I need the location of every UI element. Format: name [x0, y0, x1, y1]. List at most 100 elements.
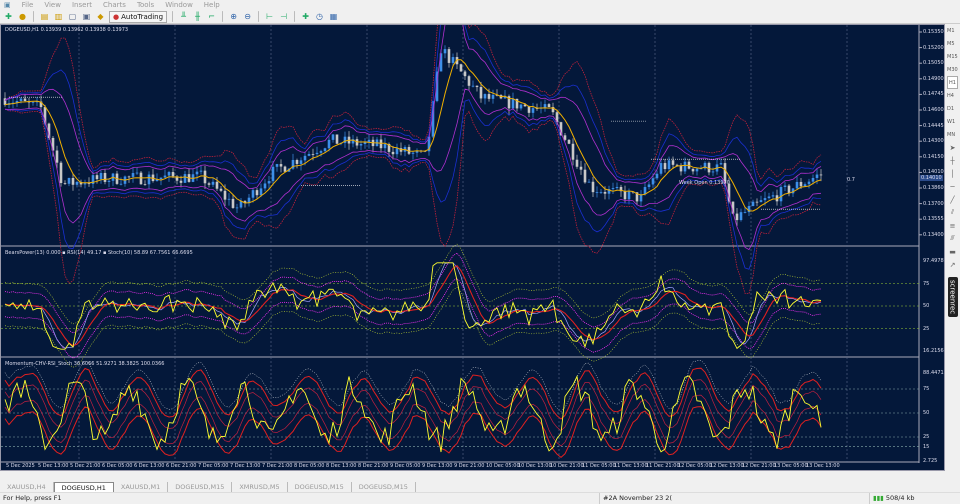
candle-bull — [251, 190, 255, 198]
candle-bear — [591, 181, 595, 193]
timeframe-m15[interactable]: M15 — [947, 50, 958, 63]
candle-bull — [167, 172, 171, 176]
price-scale-label: 0.14745 — [923, 91, 944, 98]
arrows-icon[interactable]: ↗ — [950, 258, 956, 271]
chart-tab[interactable]: DOGEUSD,M15 — [352, 481, 416, 492]
bar-chart-icon[interactable]: ╨ — [178, 11, 189, 22]
candle-bull — [99, 173, 103, 180]
separator — [294, 11, 296, 22]
data-window-icon[interactable]: ▥ — [53, 11, 64, 22]
candle-bull — [655, 173, 659, 179]
cursor-icon[interactable]: ➤ — [950, 141, 956, 154]
screenrec-badge[interactable]: screenrec — [947, 277, 958, 318]
candle-bull — [303, 155, 307, 161]
candle-bull — [531, 108, 535, 113]
candle-bull — [271, 166, 275, 182]
candle-bull — [511, 98, 515, 109]
menu-charts[interactable]: Charts — [103, 1, 126, 9]
sub1-scale-label: 75 — [923, 280, 930, 287]
candlestick-icon[interactable]: ╫ — [192, 11, 203, 22]
channel-icon[interactable]: ⫽ — [951, 206, 954, 219]
menu-insert[interactable]: Insert — [72, 1, 92, 9]
timeframe-h4[interactable]: H4 — [947, 89, 958, 102]
timeframe-mn[interactable]: MN — [947, 128, 958, 141]
chart-tab[interactable]: DOGEUSD,M15 — [288, 481, 352, 492]
price-scale-label: 0.14600 — [923, 107, 944, 113]
timeframe-d1[interactable]: D1 — [947, 102, 958, 115]
candle-bull — [615, 186, 619, 189]
trendline-icon[interactable]: ╱ — [950, 193, 954, 206]
horizontal-line-icon[interactable]: ─ — [950, 180, 954, 193]
text-icon[interactable]: ▬ — [949, 245, 956, 258]
line-chart-icon[interactable]: ⌐ — [206, 11, 217, 22]
timeframe-m1[interactable]: M1 — [947, 24, 958, 37]
time-axis-label: 5 Dec 2025 — [6, 463, 35, 469]
tester-icon[interactable]: ◆ — [95, 11, 106, 22]
candle-bear — [583, 169, 587, 183]
timeframe-m30[interactable]: M30 — [947, 63, 958, 76]
chart-tab[interactable]: DOGEUSD,H1 — [53, 481, 114, 492]
time-axis-label: 11 Dec 05:00 — [582, 463, 616, 469]
candle-bear — [219, 188, 223, 191]
candle-bull — [595, 192, 599, 193]
time-axis-label: 7 Dec 05:00 — [198, 463, 229, 469]
price-scale-label: 0.14150 — [923, 153, 944, 160]
candle-bear — [787, 185, 791, 194]
templates-icon[interactable]: ▦ — [328, 11, 339, 22]
candle-bull — [235, 207, 239, 209]
time-axis-label: 10 Dec 13:00 — [518, 463, 552, 469]
menu-tools[interactable]: Tools — [137, 1, 154, 9]
candle-bear — [463, 71, 467, 77]
menu-window[interactable]: Window — [165, 1, 193, 9]
candle-bull — [763, 198, 767, 201]
timeframe-h1[interactable]: H1 — [947, 76, 958, 89]
candle-bull — [771, 195, 775, 197]
navigator-icon[interactable]: ▢ — [67, 11, 78, 22]
chart-tab[interactable]: XAUUSD,H4 — [0, 481, 54, 492]
indicators-icon[interactable]: ✚ — [300, 11, 311, 22]
new-chart-icon[interactable]: ✚ — [3, 11, 14, 22]
candle-bull — [411, 152, 415, 154]
periods-icon[interactable]: ◷ — [314, 11, 325, 22]
time-axis-label: 8 Dec 05:00 — [294, 463, 325, 469]
sub1-scale-label: 50 — [923, 303, 930, 309]
menu-help[interactable]: Help — [204, 1, 220, 9]
toolbar: ✚ ● ▤ ▥ ▢ ▣ ◆ ● AutoTrading ╨ ╫ ⌐ ⊕ ⊖ ⊢ ⊣… — [0, 10, 960, 24]
timeframe-m5[interactable]: M5 — [947, 37, 958, 50]
sub1-header: BearsPower(13) 0.000 ▪ RSI(14) 49.17 ▪ S… — [5, 250, 193, 256]
sub2-scale-label: 15 — [923, 443, 930, 450]
candle-bear — [171, 172, 175, 177]
chart-window[interactable]: DOGEUSD,H1 0.13939 0.13962 0.13938 0.139… — [0, 24, 945, 471]
candle-bear — [663, 163, 667, 170]
menu-view[interactable]: View — [44, 1, 61, 9]
menu-file[interactable]: File — [22, 1, 34, 9]
candle-bear — [691, 168, 695, 172]
timeframe-w1[interactable]: W1 — [947, 115, 958, 128]
chart-canvas[interactable] — [1, 25, 944, 470]
candle-bear — [95, 175, 99, 180]
profiles-icon[interactable]: ● — [17, 11, 28, 22]
zoom-in-icon[interactable]: ⊕ — [228, 11, 239, 22]
chart-shift-icon[interactable]: ⊣ — [278, 11, 289, 22]
chart-tab[interactable]: DOGEUSD,M15 — [168, 481, 233, 492]
terminal-icon[interactable]: ▣ — [81, 11, 92, 22]
autotrading-button[interactable]: ● AutoTrading — [109, 10, 168, 23]
separator — [258, 11, 260, 22]
candle-bull — [267, 181, 271, 184]
candle-bear — [55, 150, 59, 163]
candle-bear — [391, 151, 395, 155]
autoscroll-icon[interactable]: ⊢ — [264, 11, 275, 22]
zoom-out-icon[interactable]: ⊖ — [242, 11, 253, 22]
vertical-line-icon[interactable]: │ — [950, 167, 954, 180]
gann-icon[interactable]: ⫻ — [950, 232, 954, 245]
chart-tab[interactable]: XAUUSD,M1 — [114, 481, 169, 492]
chart-tab[interactable]: XMRUSD,M5 — [232, 481, 288, 492]
sub2-scale-label: 25 — [923, 434, 930, 440]
crosshair-icon[interactable]: ┼ — [950, 154, 954, 167]
fibonacci-icon[interactable]: ≡ — [950, 219, 956, 232]
candle-bull — [383, 143, 387, 149]
time-axis-label: 11 Dec 13:00 — [614, 463, 648, 469]
market-watch-icon[interactable]: ▤ — [39, 11, 50, 22]
status-profile: #2A November 23 2( — [600, 492, 870, 504]
candle-bear — [87, 183, 91, 185]
